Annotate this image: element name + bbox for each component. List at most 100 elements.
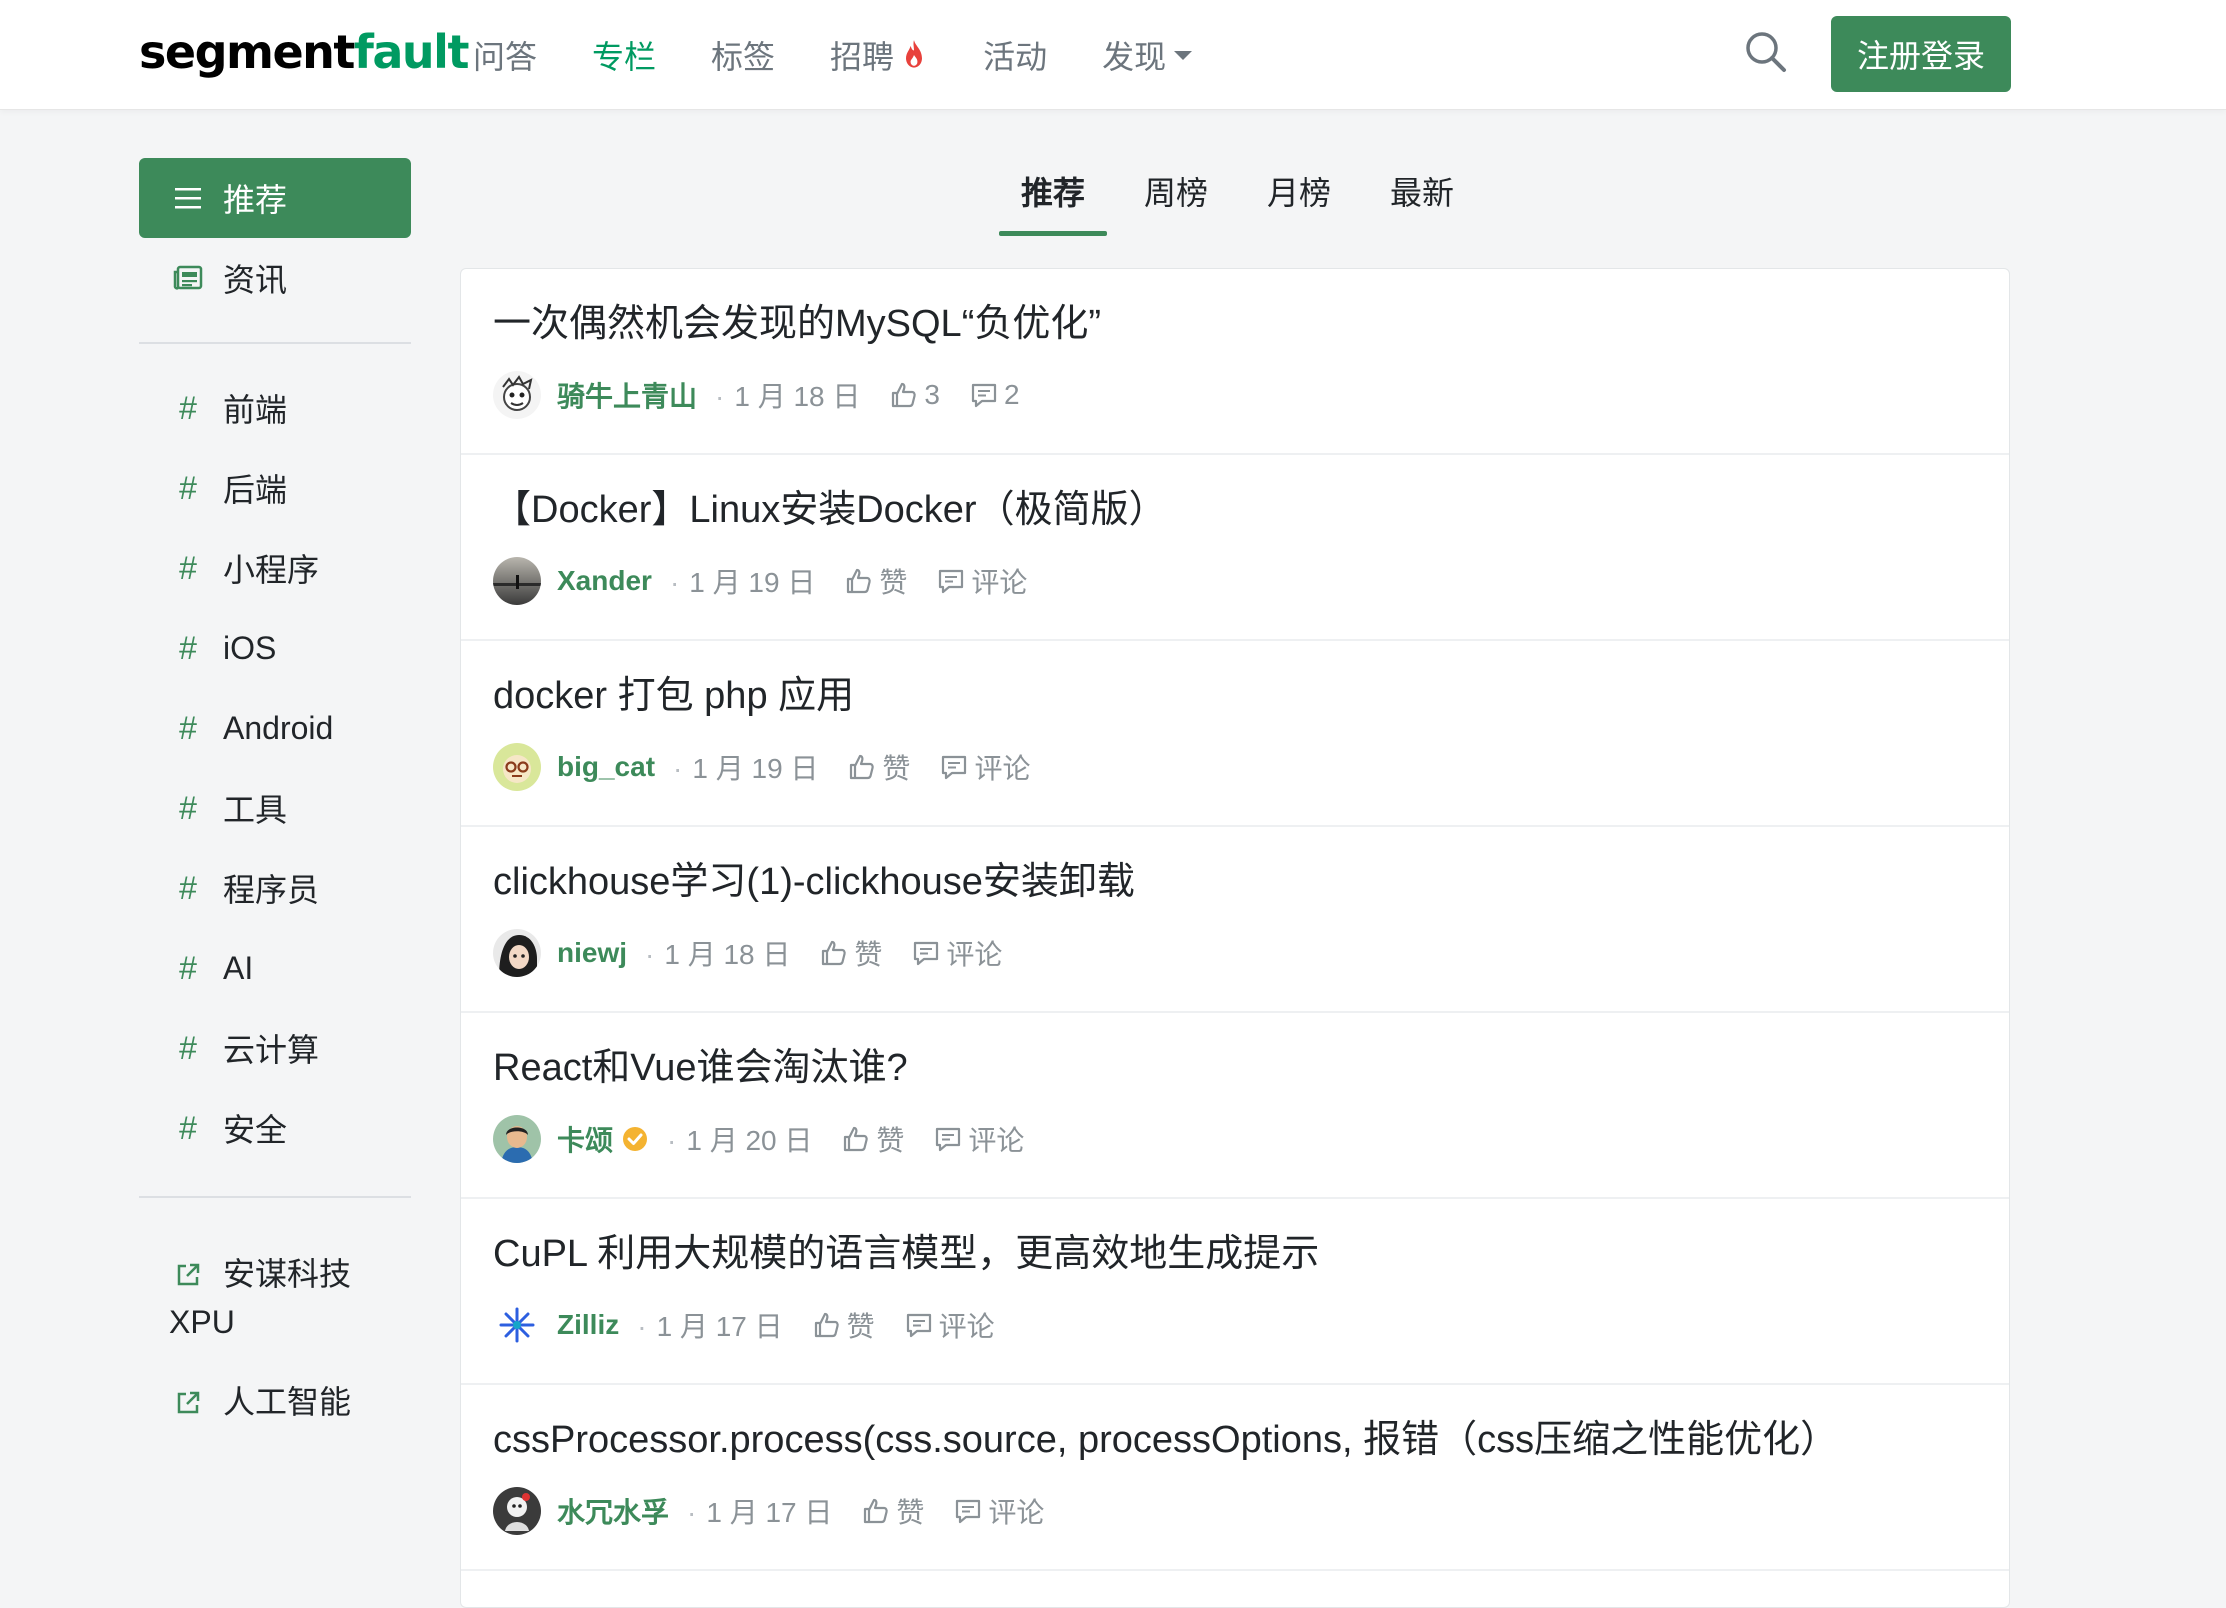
sidebar-tag-backend[interactable]: # 后端 xyxy=(139,448,411,528)
comment-icon xyxy=(942,755,967,780)
article-title[interactable]: clickhouse学习(1)-clickhouse安装卸载 xyxy=(493,857,1977,907)
left-sidebar: 推荐 资讯 # 前端 # 后端 # 小程序 # iOS # Android # 工具 # 程序… xyxy=(139,158,411,1458)
avatar[interactable] xyxy=(493,1301,541,1349)
nav-item-column[interactable]: 专栏 xyxy=(592,32,656,78)
article-meta: Xander 1 月 19 日 赞 评论 xyxy=(493,557,1977,605)
thumbs-up-icon xyxy=(850,754,875,780)
thumbs-up-icon xyxy=(892,382,917,408)
avatar[interactable] xyxy=(493,1487,541,1535)
article-title[interactable]: 一次偶然机会发现的MySQL“负优化” xyxy=(493,299,1977,349)
sidebar-tag-tools[interactable]: # 工具 xyxy=(139,768,411,848)
comment-button[interactable]: 评论 xyxy=(905,1305,995,1345)
tab-recommend[interactable]: 推荐 xyxy=(999,168,1108,236)
sidebar-item-news[interactable]: 资讯 xyxy=(139,238,411,318)
article-meta: 卡颂 1 月 20 日 赞 评论 xyxy=(493,1115,1977,1163)
chevron-down-icon xyxy=(1174,50,1193,60)
comment-button[interactable]: 评论 xyxy=(912,933,1002,973)
author-name[interactable]: Xander xyxy=(557,565,652,597)
author-name[interactable]: Zilliz xyxy=(557,1309,619,1341)
tab-latest[interactable]: 最新 xyxy=(1368,168,1476,236)
sidebar-tag-android[interactable]: # Android xyxy=(139,688,411,768)
avatar[interactable] xyxy=(493,371,541,419)
nav-item-qa[interactable]: 问答 xyxy=(473,32,537,78)
fire-icon xyxy=(906,40,923,68)
comment-button[interactable]: 评论 xyxy=(934,1119,1024,1159)
sidebar-ext-link-xpu[interactable]: 安谋科技 XPU xyxy=(139,1250,411,1346)
thumbs-up-icon xyxy=(864,1498,889,1524)
like-button[interactable]: 赞 xyxy=(848,747,910,787)
news-icon xyxy=(173,265,203,291)
sidebar-tag-ai[interactable]: # AI xyxy=(139,928,411,1008)
sidebar-tag-security[interactable]: # 安全 xyxy=(139,1088,411,1168)
article-title[interactable]: cssProcessor.process(css.source, process… xyxy=(493,1415,1977,1465)
like-button[interactable]: 赞 xyxy=(845,561,907,601)
comment-icon xyxy=(956,1499,981,1524)
nav-item-events[interactable]: 活动 xyxy=(983,32,1047,78)
publish-date: 1 月 17 日 xyxy=(687,1491,832,1531)
menu-icon xyxy=(173,186,203,210)
like-button[interactable]: 3 xyxy=(890,379,940,411)
site-logo[interactable]: segmentfault xyxy=(139,22,469,82)
top-header: segmentfault 问答 专栏 标签 招聘 活动 发现 注册登录 xyxy=(0,0,2226,110)
author-name[interactable]: 骑牛上青山 xyxy=(557,375,697,415)
avatar[interactable] xyxy=(493,929,541,977)
publish-date: 1 月 17 日 xyxy=(637,1305,783,1345)
publish-date: 1 月 19 日 xyxy=(670,561,815,601)
nav-item-tags[interactable]: 标签 xyxy=(711,32,775,78)
article-title[interactable]: React和Vue谁会淘汰谁? xyxy=(493,1043,1977,1093)
publish-date: 1 月 19 日 xyxy=(673,747,818,787)
avatar[interactable] xyxy=(493,743,541,791)
like-button[interactable]: 赞 xyxy=(820,933,882,973)
comment-button[interactable]: 评论 xyxy=(937,561,1027,601)
comment-button[interactable]: 2 xyxy=(970,379,1020,411)
list-item: React和Vue谁会淘汰谁? 卡颂 1 月 20 日 赞 评论 xyxy=(461,1013,2009,1199)
sidebar-item-recommend[interactable]: 推荐 xyxy=(139,158,411,238)
sidebar-tag-cloud[interactable]: # 云计算 xyxy=(139,1008,411,1088)
sidebar-tag-programmer[interactable]: # 程序员 xyxy=(139,848,411,928)
comment-button[interactable]: 评论 xyxy=(954,1491,1044,1531)
like-button[interactable]: 赞 xyxy=(813,1305,875,1345)
sidebar-tag-miniprogram[interactable]: # 小程序 xyxy=(139,528,411,608)
like-button[interactable]: 赞 xyxy=(842,1119,904,1159)
register-login-button[interactable]: 注册登录 xyxy=(1831,16,2011,92)
article-meta: big_cat 1 月 19 日 赞 评论 xyxy=(493,743,1977,791)
tab-weekly[interactable]: 周榜 xyxy=(1122,168,1230,236)
nav-item-jobs[interactable]: 招聘 xyxy=(830,32,928,78)
thumbs-up-icon xyxy=(844,1126,869,1152)
comment-icon xyxy=(936,1127,961,1152)
publish-date: 1 月 20 日 xyxy=(667,1119,812,1159)
search-button[interactable] xyxy=(1744,30,1788,74)
avatar[interactable] xyxy=(493,1115,541,1163)
article-meta: Zilliz 1 月 17 日 赞 评论 xyxy=(493,1301,1977,1349)
list-item: docker 打包 php 应用 big_cat 1 月 19 日 赞 评论 xyxy=(461,641,2009,827)
sidebar-tag-frontend[interactable]: # 前端 xyxy=(139,368,411,448)
author-name[interactable]: big_cat xyxy=(557,751,655,783)
article-title[interactable]: CuPL 利用大规模的语言模型，更高效地生成提示 xyxy=(493,1229,1977,1279)
publish-date: 1 月 18 日 xyxy=(645,933,790,973)
nav-item-discover[interactable]: 发现 xyxy=(1102,32,1193,78)
author-name[interactable]: 水冗水孚 xyxy=(557,1491,669,1531)
article-meta: 水冗水孚 1 月 17 日 赞 评论 xyxy=(493,1487,1977,1535)
article-title[interactable]: docker 打包 php 应用 xyxy=(493,671,1977,721)
article-meta: niewj 1 月 18 日 赞 评论 xyxy=(493,929,1977,977)
author-name[interactable]: niewj xyxy=(557,937,627,969)
main-nav: 问答 专栏 标签 招聘 活动 发现 xyxy=(473,30,1247,80)
article-title[interactable]: 【Docker】Linux安装Docker（极简版） xyxy=(493,485,1977,535)
like-button[interactable]: 赞 xyxy=(862,1491,924,1531)
thumbs-up-icon xyxy=(814,1312,839,1338)
article-list: 一次偶然机会发现的MySQL“负优化” 骑牛上青山 1 月 18 日 3 2 【… xyxy=(460,268,2010,1608)
list-item: 【Docker】Linux安装Docker（极简版） Xander 1 月 19… xyxy=(461,455,2009,641)
comment-icon xyxy=(939,569,964,594)
sidebar-tag-ios[interactable]: # iOS xyxy=(139,608,411,688)
list-item: cssProcessor.process(css.source, process… xyxy=(461,1385,2009,1571)
avatar[interactable] xyxy=(493,557,541,605)
tab-monthly[interactable]: 月榜 xyxy=(1245,168,1353,236)
list-item: CuPL 利用大规模的语言模型，更高效地生成提示 Zilliz 1 月 17 日… xyxy=(461,1199,2009,1385)
thumbs-up-icon xyxy=(847,568,872,594)
sidebar-ext-link-ai[interactable]: 人工智能 xyxy=(139,1378,411,1426)
author-name[interactable]: 卡颂 xyxy=(557,1119,613,1159)
comment-icon xyxy=(906,1313,931,1338)
comment-button[interactable]: 评论 xyxy=(940,747,1030,787)
verified-badge-icon xyxy=(623,1127,648,1151)
sidebar-divider xyxy=(139,342,411,344)
